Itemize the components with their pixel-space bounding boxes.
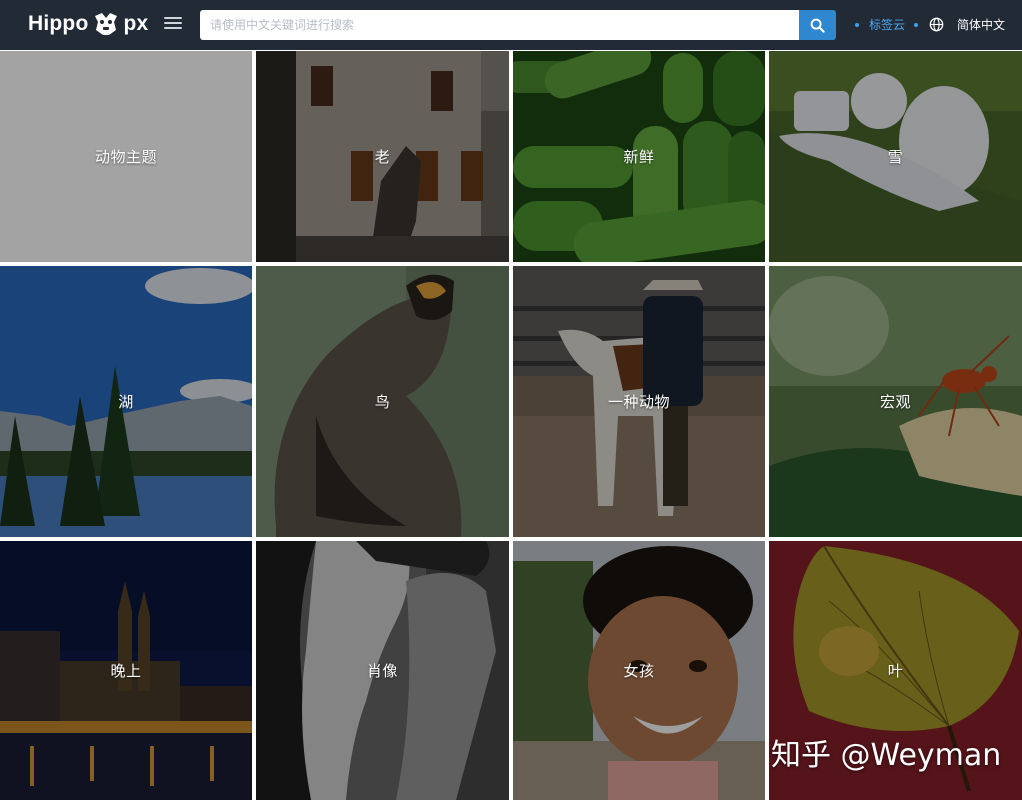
tag-cloud-link[interactable]: 标签云 <box>855 16 919 33</box>
category-tile-portrait[interactable]: 肖像 <box>256 541 509 800</box>
category-tile-an-animal[interactable]: 一种动物 <box>513 266 765 537</box>
logo-text-left: Hippo <box>28 12 89 35</box>
watermark-text: 知乎 @Weyman <box>771 738 1002 773</box>
site-logo[interactable]: Hippo px <box>28 11 148 37</box>
logo-text-right: px <box>123 12 149 35</box>
category-label: 湖 <box>118 393 134 411</box>
search-input[interactable] <box>200 10 799 40</box>
category-tile-animal-theme[interactable]: 动物主题 <box>0 51 252 262</box>
category-label: 肖像 <box>366 662 398 680</box>
category-tile-night[interactable]: 晚上 <box>0 541 252 800</box>
search-icon <box>810 18 825 33</box>
category-label: 雪 <box>887 148 904 166</box>
search-bar <box>200 10 836 40</box>
top-navbar: Hippo px 标签云 简体中文 <box>0 0 1022 50</box>
category-tile-macro[interactable]: 宏观 <box>769 266 1022 537</box>
globe-icon <box>929 17 944 32</box>
category-tile-bird[interactable]: 鸟 <box>256 266 509 537</box>
hippo-logo-icon <box>95 13 118 35</box>
bullet-dot-icon <box>914 22 919 27</box>
category-tile-fresh[interactable]: 新鲜 <box>513 51 765 262</box>
category-tile-old[interactable]: 老 <box>256 51 509 262</box>
category-label: 新鲜 <box>623 148 655 166</box>
category-tile-girl[interactable]: 女孩 <box>513 541 765 800</box>
language-label: 简体中文 <box>957 18 1006 32</box>
category-tile-snow[interactable]: 雪 <box>769 51 1022 262</box>
category-label: 晚上 <box>110 662 142 680</box>
language-switcher[interactable]: 简体中文 <box>929 16 1005 33</box>
category-label: 叶 <box>887 662 904 680</box>
hamburger-icon[interactable] <box>163 14 183 34</box>
category-tile-lake[interactable]: 湖 <box>0 266 252 537</box>
category-label: 动物主题 <box>94 148 157 166</box>
category-label: 宏观 <box>879 393 911 411</box>
category-label: 老 <box>374 148 391 166</box>
category-label: 一种动物 <box>607 393 670 411</box>
category-label: 鸟 <box>374 393 391 411</box>
tag-cloud-label: 标签云 <box>869 18 906 32</box>
search-button[interactable] <box>799 10 836 40</box>
bullet-dot-icon <box>855 22 859 27</box>
category-label: 女孩 <box>623 662 655 680</box>
